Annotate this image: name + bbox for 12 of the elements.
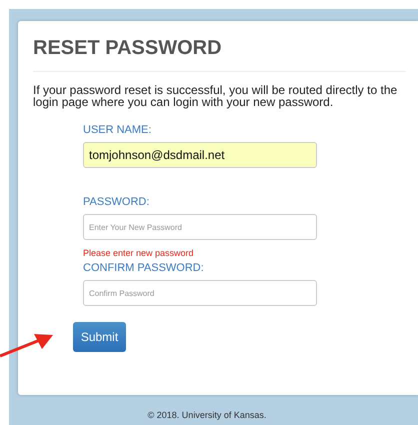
page-title: RESET PASSWORD [33, 37, 223, 59]
input-field[interactable]: Enter Your New Password [83, 214, 317, 240]
footer-text: © 2018. University of Kansas. [148, 409, 266, 422]
field-label: CONFIRM PASSWORD: [83, 262, 205, 275]
error-message: Please enter new password [83, 248, 195, 258]
field-label: PASSWORD: [83, 196, 150, 209]
input-field[interactable]: tomjohnson@dsdmail.net [83, 142, 317, 168]
input-field[interactable]: Confirm Password [83, 280, 317, 306]
field-label: USER NAME: [83, 124, 152, 137]
arrow-icon [0, 332, 54, 358]
submit-button[interactable]: Submit [73, 322, 126, 352]
intro-text: If your password reset is successful, you will be routed directly to the login page where you can login with your new password. [33, 84, 398, 108]
